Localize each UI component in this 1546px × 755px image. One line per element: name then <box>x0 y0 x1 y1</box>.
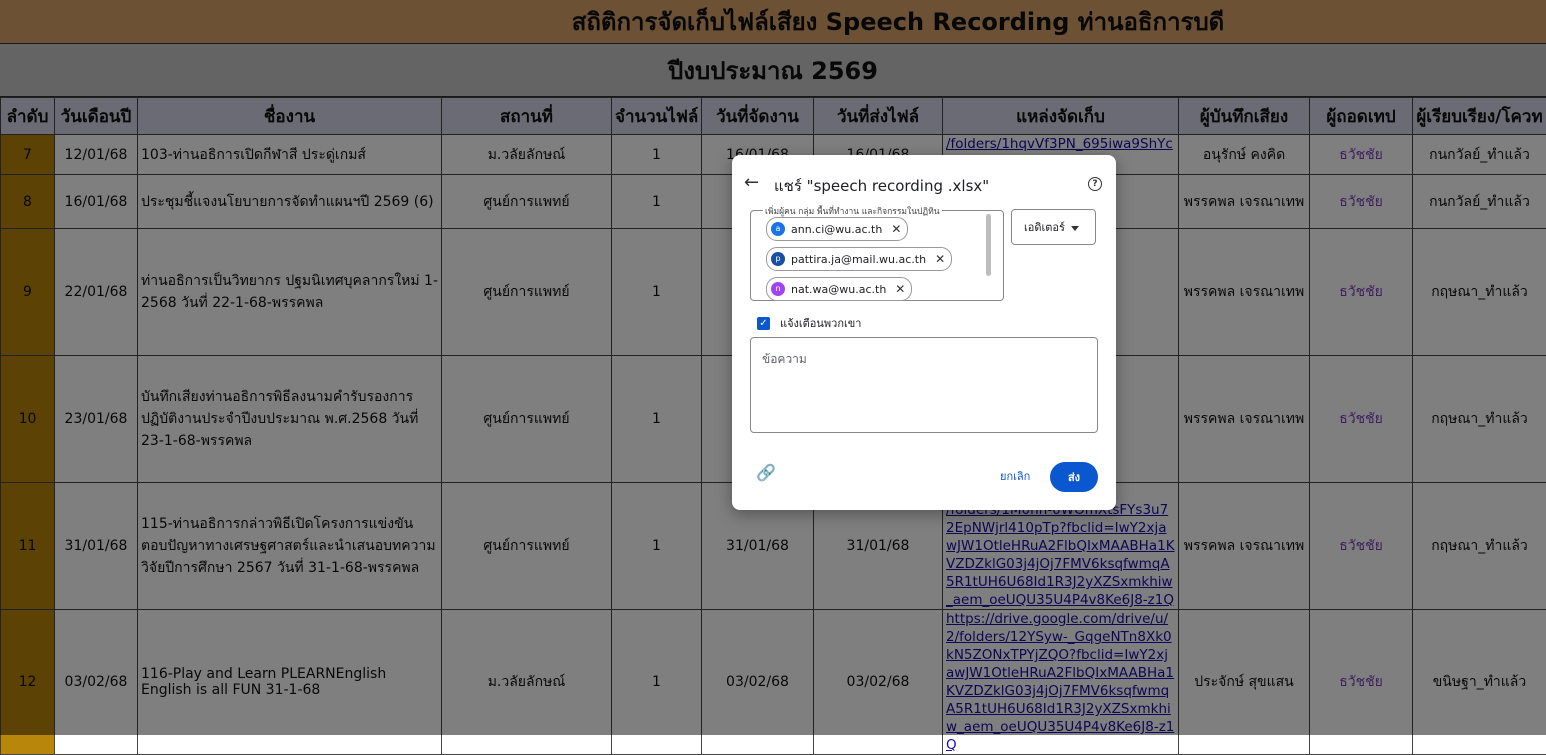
remove-chip-icon[interactable]: ✕ <box>891 222 901 236</box>
chip-email: nat.wa@wu.ac.th <box>791 283 886 296</box>
notify-checkbox-row[interactable]: ✓ แจ้งเตือนพวกเขา <box>757 314 861 332</box>
avatar: a <box>771 222 785 236</box>
chevron-down-icon <box>1071 226 1079 231</box>
recipient-chip[interactable]: n nat.wa@wu.ac.th ✕ <box>766 277 912 301</box>
role-dropdown[interactable]: เอดิเตอร์ <box>1011 209 1096 245</box>
chips-scrollbar[interactable] <box>986 214 991 276</box>
dialog-title: แชร์ "speech recording .xlsx" <box>774 174 989 198</box>
avatar: n <box>771 282 785 296</box>
add-people-label: เพิ่มผู้คน กลุ่ม พื้นที่ทำงาน และกิจกรรม… <box>763 204 942 218</box>
recipient-chip[interactable]: a ann.ci@wu.ac.th ✕ <box>766 217 908 241</box>
message-textarea[interactable]: ข้อความ <box>750 337 1098 433</box>
role-value: เอดิเตอร์ <box>1024 218 1065 236</box>
notify-checkbox[interactable]: ✓ <box>757 317 770 330</box>
chip-email: ann.ci@wu.ac.th <box>791 223 882 236</box>
help-icon[interactable]: ? <box>1088 177 1102 191</box>
back-arrow-icon[interactable]: ← <box>744 173 764 193</box>
copy-link-icon[interactable]: 🔗 <box>756 467 774 479</box>
share-dialog: ← แชร์ "speech recording .xlsx" ? เพิ่มผ… <box>732 155 1116 510</box>
send-button[interactable]: ส่ง <box>1050 462 1098 492</box>
remove-chip-icon[interactable]: ✕ <box>895 282 905 296</box>
recipient-chip[interactable]: p pattira.ja@mail.wu.ac.th ✕ <box>766 247 952 271</box>
message-placeholder: ข้อความ <box>762 350 807 369</box>
avatar: p <box>771 252 785 266</box>
notify-label: แจ้งเตือนพวกเขา <box>780 314 861 332</box>
chip-email: pattira.ja@mail.wu.ac.th <box>791 253 926 266</box>
add-people-input[interactable]: เพิ่มผู้คน กลุ่ม พื้นที่ทำงาน และกิจกรรม… <box>750 210 1004 301</box>
cancel-button[interactable]: ยกเลิก <box>990 461 1040 491</box>
remove-chip-icon[interactable]: ✕ <box>935 252 945 266</box>
